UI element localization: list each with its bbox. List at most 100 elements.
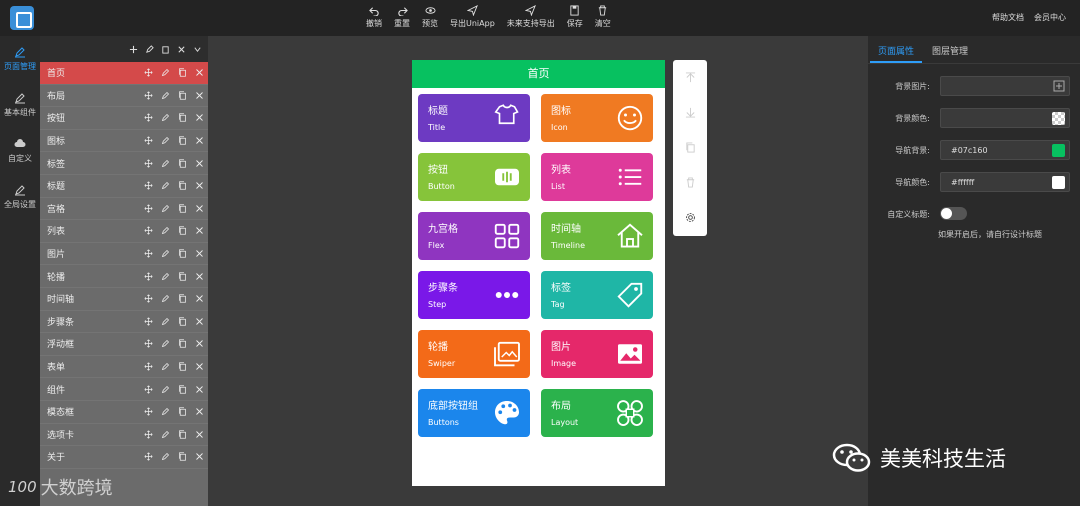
component-card[interactable]: 时间轴 Timeline: [541, 212, 653, 260]
toolbar-button-0[interactable]: 撤销: [366, 5, 382, 29]
component-card[interactable]: 图标 Icon: [541, 94, 653, 142]
plus-icon[interactable]: [129, 45, 138, 54]
copy-icon[interactable]: [178, 68, 187, 77]
page-list-row[interactable]: 标题: [40, 175, 208, 198]
toolbar-button-4[interactable]: 未来支持导出: [507, 5, 555, 29]
close-icon[interactable]: [195, 294, 204, 303]
copy-icon[interactable]: [178, 136, 187, 145]
page-list-row[interactable]: 布局: [40, 85, 208, 108]
close-icon[interactable]: [195, 226, 204, 235]
edit-icon[interactable]: [161, 204, 170, 213]
float-action-4[interactable]: [673, 200, 707, 235]
copy-icon[interactable]: [178, 384, 187, 394]
component-card[interactable]: 标题 Title: [418, 94, 530, 142]
close-icon[interactable]: [195, 249, 204, 258]
page-list-row[interactable]: 列表: [40, 220, 208, 243]
close-icon[interactable]: [195, 272, 204, 281]
toolbar-button-3[interactable]: 导出UniApp: [450, 5, 495, 29]
copy-icon[interactable]: [178, 339, 187, 349]
edit-icon[interactable]: [161, 68, 170, 77]
edit-icon[interactable]: [161, 136, 170, 145]
edit-icon[interactable]: [161, 249, 170, 258]
copy-icon[interactable]: [178, 272, 187, 281]
color-swatch[interactable]: [1052, 112, 1065, 125]
edit-icon[interactable]: [161, 452, 170, 461]
property-input[interactable]: #ffffff: [940, 172, 1070, 192]
page-list-row[interactable]: 关于: [40, 446, 208, 469]
edit-icon[interactable]: [161, 317, 170, 326]
edit-icon[interactable]: [161, 181, 170, 190]
close-icon[interactable]: [195, 181, 204, 190]
copy-icon[interactable]: [178, 91, 187, 100]
close-icon[interactable]: [195, 68, 204, 77]
component-card[interactable]: 布局 Layout: [541, 389, 653, 437]
edit-icon[interactable]: [161, 362, 170, 371]
close-icon[interactable]: [195, 317, 204, 326]
sidebar-item-2[interactable]: 自定义: [0, 128, 40, 174]
edit-icon[interactable]: [161, 407, 170, 416]
close-icon[interactable]: [195, 136, 204, 145]
component-card[interactable]: 轮播 Swiper: [418, 330, 530, 378]
page-list-row[interactable]: 组件: [40, 378, 208, 401]
component-card[interactable]: 标签 Tag: [541, 271, 653, 319]
edit-icon[interactable]: [161, 91, 170, 100]
close-icon[interactable]: [195, 159, 204, 168]
float-action-3[interactable]: [673, 165, 707, 200]
component-card[interactable]: 按钮 Button: [418, 153, 530, 201]
close-icon[interactable]: [195, 407, 204, 416]
sidebar-item-3[interactable]: 全局设置: [0, 174, 40, 220]
edit-icon[interactable]: [145, 44, 154, 54]
move-icon[interactable]: [144, 317, 153, 326]
component-card[interactable]: 图片 Image: [541, 330, 653, 378]
copy-icon[interactable]: [178, 181, 187, 190]
page-list-row[interactable]: 轮播: [40, 265, 208, 288]
page-list-row[interactable]: 步骤条: [40, 311, 208, 334]
copy-icon[interactable]: [178, 362, 187, 371]
sidebar-item-1[interactable]: 基本组件: [0, 82, 40, 128]
tab-page-properties[interactable]: 页面属性: [870, 36, 923, 63]
copy-icon[interactable]: [178, 317, 187, 326]
float-action-0[interactable]: [673, 60, 707, 95]
move-icon[interactable]: [144, 385, 153, 394]
copy-icon[interactable]: [178, 452, 187, 462]
toolbar-button-6[interactable]: 清空: [595, 5, 611, 29]
edit-icon[interactable]: [161, 113, 170, 122]
toolbar-button-5[interactable]: 保存: [567, 5, 583, 29]
toolbar-button-2[interactable]: 预览: [422, 5, 438, 29]
close-icon[interactable]: [195, 452, 204, 461]
component-card[interactable]: 步骤条 Step: [418, 271, 530, 319]
component-card[interactable]: 九宫格 Flex: [418, 212, 530, 260]
tab-layer-management[interactable]: 图层管理: [924, 36, 976, 63]
move-icon[interactable]: [144, 226, 153, 235]
page-list-row[interactable]: 图标: [40, 130, 208, 153]
edit-icon[interactable]: [161, 430, 170, 439]
move-icon[interactable]: [144, 339, 153, 348]
close-icon[interactable]: [195, 91, 204, 100]
close-icon[interactable]: [195, 362, 204, 371]
page-list-row[interactable]: 宫格: [40, 198, 208, 221]
copy-icon[interactable]: [178, 113, 187, 123]
close-icon[interactable]: [195, 430, 204, 439]
property-input[interactable]: [940, 76, 1070, 96]
copy-icon[interactable]: [178, 226, 187, 236]
copy-icon[interactable]: [178, 249, 187, 258]
edit-icon[interactable]: [161, 159, 170, 168]
float-action-1[interactable]: [673, 95, 707, 130]
copy-icon[interactable]: [178, 294, 187, 303]
move-icon[interactable]: [144, 272, 153, 281]
copy-icon[interactable]: [178, 430, 187, 439]
app-logo[interactable]: [10, 6, 34, 30]
copy-icon[interactable]: [161, 45, 170, 54]
move-icon[interactable]: [144, 407, 153, 416]
move-icon[interactable]: [144, 294, 153, 303]
move-icon[interactable]: [144, 91, 153, 100]
float-action-2[interactable]: [673, 130, 707, 165]
page-list-row[interactable]: 表单: [40, 356, 208, 379]
move-icon[interactable]: [144, 136, 153, 145]
move-icon[interactable]: [144, 68, 153, 77]
move-icon[interactable]: [144, 204, 153, 213]
top-link-1[interactable]: 会员中心: [1034, 12, 1066, 23]
sidebar-item-0[interactable]: 页面管理: [0, 36, 40, 82]
color-swatch[interactable]: [1052, 176, 1065, 189]
move-icon[interactable]: [144, 452, 153, 461]
